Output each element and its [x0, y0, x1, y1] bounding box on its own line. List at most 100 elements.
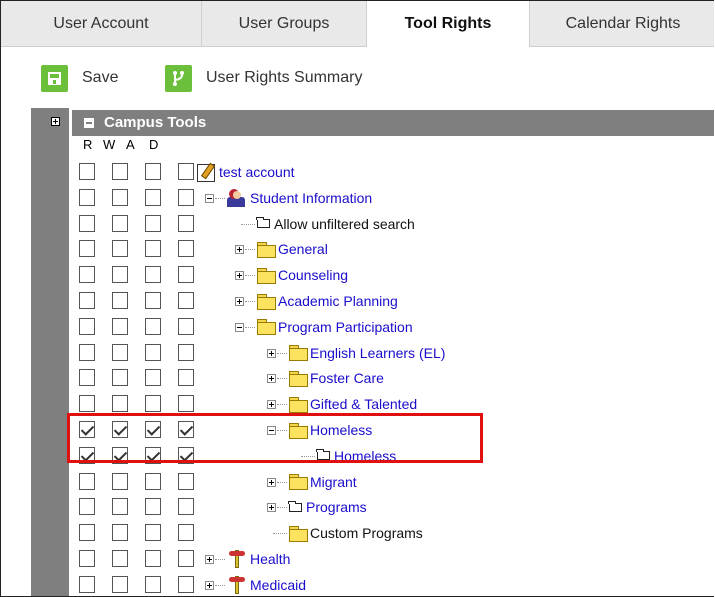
checkbox-add[interactable] [145, 188, 161, 206]
checkbox-write[interactable] [112, 421, 128, 438]
expand-icon[interactable] [267, 503, 276, 513]
checkbox-delete[interactable] [178, 317, 194, 335]
checkbox-write[interactable] [112, 472, 128, 490]
checkbox-add[interactable] [145, 472, 161, 490]
checkbox-write[interactable] [112, 498, 128, 516]
checkbox-add[interactable] [145, 240, 161, 258]
checkbox-write[interactable] [112, 163, 128, 180]
user-rights-summary-button[interactable]: User Rights Summary [165, 63, 362, 93]
checkbox-read[interactable] [79, 343, 95, 361]
checkbox-write[interactable] [112, 395, 128, 413]
checkbox-write[interactable] [112, 188, 128, 206]
checkbox-write[interactable] [112, 369, 128, 387]
checkbox-add[interactable] [145, 524, 161, 542]
checkbox-delete[interactable] [178, 550, 194, 567]
checkbox-read[interactable] [79, 421, 95, 438]
checkbox-delete[interactable] [178, 472, 194, 490]
checkbox-add[interactable] [145, 498, 161, 516]
expand-icon[interactable] [267, 400, 276, 410]
checkbox-write[interactable] [112, 343, 128, 361]
checkbox-add[interactable] [145, 575, 161, 593]
checkbox-read[interactable] [79, 188, 95, 206]
tab-user-groups[interactable]: User Groups [202, 1, 367, 46]
expand-all-icon[interactable] [51, 117, 60, 126]
checkbox-read[interactable] [79, 550, 95, 567]
checkbox-add[interactable] [145, 446, 161, 464]
tree-node[interactable]: Custom Programs [289, 522, 423, 544]
tab-calendar-rights[interactable]: Calendar Rights [530, 1, 714, 46]
checkbox-add[interactable] [145, 550, 161, 567]
collapse-icon[interactable] [205, 193, 214, 203]
save-button[interactable]: Save [41, 63, 118, 93]
tree-node[interactable]: Foster Care [289, 367, 384, 389]
checkbox-write[interactable] [112, 524, 128, 542]
tree-node[interactable]: Academic Planning [257, 290, 398, 312]
checkbox-write[interactable] [112, 292, 128, 309]
checkbox-read[interactable] [79, 240, 95, 258]
checkbox-write[interactable] [112, 240, 128, 258]
tree-node[interactable]: Allow unfiltered search [256, 213, 415, 235]
tree-node[interactable]: Health [227, 548, 290, 570]
checkbox-add[interactable] [145, 214, 161, 232]
checkbox-read[interactable] [79, 446, 95, 464]
checkbox-read[interactable] [79, 498, 95, 516]
expand-icon[interactable] [235, 271, 244, 281]
checkbox-delete[interactable] [178, 446, 194, 464]
checkbox-read[interactable] [79, 292, 95, 309]
tab-tool-rights[interactable]: Tool Rights [367, 1, 530, 47]
campus-tools-header[interactable]: Campus Tools [72, 110, 714, 136]
checkbox-add[interactable] [145, 395, 161, 413]
tree-node[interactable]: General [257, 238, 328, 260]
checkbox-add[interactable] [145, 421, 161, 438]
checkbox-delete[interactable] [178, 343, 194, 361]
checkbox-delete[interactable] [178, 292, 194, 309]
checkbox-delete[interactable] [178, 395, 194, 413]
tree-node[interactable]: Programs [288, 496, 367, 518]
checkbox-write[interactable] [112, 575, 128, 593]
expand-icon[interactable] [205, 555, 214, 564]
tree-node[interactable]: Gifted & Talented [289, 393, 417, 415]
expand-icon[interactable] [235, 297, 244, 306]
checkbox-read[interactable] [79, 524, 95, 542]
tree-node[interactable]: Homeless [316, 445, 396, 467]
tree-node[interactable]: Medicaid [227, 574, 306, 596]
checkbox-delete[interactable] [178, 240, 194, 258]
collapse-icon[interactable] [235, 322, 244, 332]
checkbox-add[interactable] [145, 317, 161, 335]
checkbox-read[interactable] [79, 163, 95, 180]
tree-node[interactable]: Student Information [227, 187, 372, 209]
checkbox-read[interactable] [79, 214, 95, 232]
checkbox-write[interactable] [112, 214, 128, 232]
checkbox-delete[interactable] [178, 163, 194, 180]
checkbox-write[interactable] [112, 317, 128, 335]
expand-icon[interactable] [267, 374, 276, 384]
checkbox-read[interactable] [79, 369, 95, 387]
checkbox-write[interactable] [112, 266, 128, 284]
expand-icon[interactable] [235, 245, 244, 255]
collapse-icon[interactable] [267, 426, 276, 435]
tree-node[interactable]: Migrant [289, 471, 357, 493]
tree-node[interactable]: English Learners (EL) [289, 342, 445, 364]
checkbox-add[interactable] [145, 163, 161, 180]
checkbox-read[interactable] [79, 575, 95, 593]
expand-icon[interactable] [267, 348, 276, 358]
checkbox-write[interactable] [112, 446, 128, 464]
expand-icon[interactable] [205, 580, 214, 590]
tree-node[interactable]: Program Participation [257, 316, 413, 338]
checkbox-delete[interactable] [178, 188, 194, 206]
checkbox-read[interactable] [79, 472, 95, 490]
tab-user-account[interactable]: User Account [1, 1, 202, 46]
checkbox-add[interactable] [145, 343, 161, 361]
checkbox-read[interactable] [79, 395, 95, 413]
checkbox-delete[interactable] [178, 421, 194, 438]
checkbox-delete[interactable] [178, 214, 194, 232]
checkbox-add[interactable] [145, 292, 161, 309]
checkbox-delete[interactable] [178, 575, 194, 593]
checkbox-delete[interactable] [178, 524, 194, 542]
checkbox-delete[interactable] [178, 266, 194, 284]
checkbox-delete[interactable] [178, 369, 194, 387]
expand-icon[interactable] [267, 477, 276, 487]
checkbox-read[interactable] [79, 317, 95, 335]
tree-node[interactable]: Counseling [257, 264, 348, 286]
tree-node[interactable]: Homeless [289, 419, 372, 441]
